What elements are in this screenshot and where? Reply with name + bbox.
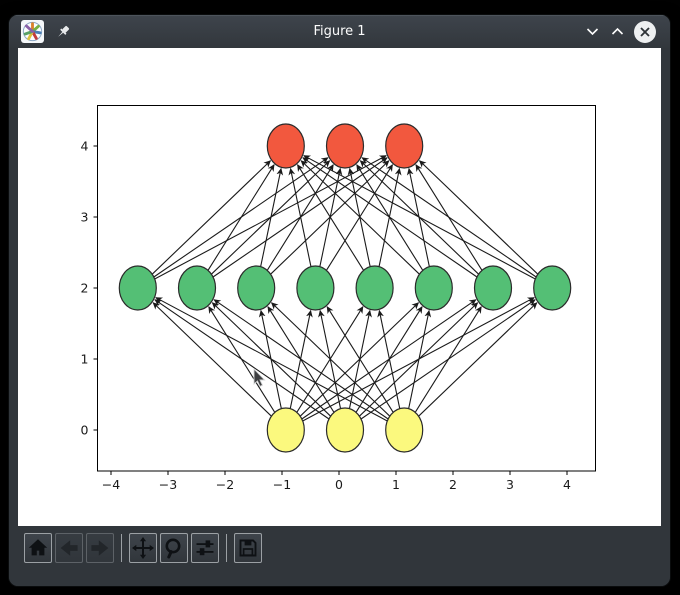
edge-arrow xyxy=(415,307,481,413)
hidden-node xyxy=(179,266,216,310)
save-button[interactable] xyxy=(234,533,262,563)
edge-arrow xyxy=(409,311,429,409)
y-tick-label: 0 xyxy=(81,423,89,438)
edge-arrow xyxy=(362,158,536,277)
edge-arrow xyxy=(327,307,393,413)
edge-arrow xyxy=(419,303,537,417)
subplots-button[interactable] xyxy=(191,533,219,563)
forward-button[interactable] xyxy=(86,533,114,563)
close-icon[interactable] xyxy=(634,21,656,43)
edge-arrow xyxy=(208,165,274,271)
x-tick-label: 2 xyxy=(449,477,457,492)
edge-arrow xyxy=(214,300,388,419)
chevron-down-icon[interactable] xyxy=(584,24,600,40)
x-tick-label: 0 xyxy=(335,477,343,492)
x-tick-label: −2 xyxy=(216,477,234,492)
pin-icon[interactable] xyxy=(54,23,72,41)
titlebar[interactable]: Figure 1 xyxy=(9,15,670,48)
output-node xyxy=(267,124,304,168)
x-tick-label: 3 xyxy=(506,477,514,492)
x-tick-label: −1 xyxy=(273,477,291,492)
hidden-node xyxy=(119,266,156,310)
matplotlib-toolbar xyxy=(9,526,670,586)
edge-arrow xyxy=(153,303,271,417)
edge-arrow xyxy=(152,161,270,275)
back-button[interactable] xyxy=(55,533,83,563)
hidden-node xyxy=(534,266,571,310)
input-node xyxy=(327,408,364,452)
edge-arrow xyxy=(303,158,477,277)
edge-arrow xyxy=(304,156,536,279)
hidden-node xyxy=(297,266,334,310)
edge-arrow xyxy=(261,169,281,267)
y-tick-label: 3 xyxy=(81,210,89,225)
output-node xyxy=(386,124,423,168)
x-tick-label: −4 xyxy=(102,477,120,492)
edge-arrow xyxy=(156,298,388,421)
window-title: Figure 1 xyxy=(9,24,670,39)
zoom-button[interactable] xyxy=(160,533,188,563)
hidden-node xyxy=(356,266,393,310)
hidden-node xyxy=(415,266,452,310)
figure-window: Figure 1 xyxy=(9,15,670,586)
matplotlib-logo-icon[interactable] xyxy=(21,20,44,43)
figure-canvas[interactable]: −4 −3 −2 −1 0 1 2 3 4 0 1 2 3 4 xyxy=(18,48,661,526)
home-button[interactable] xyxy=(24,533,52,563)
hidden-node xyxy=(238,266,275,310)
y-tick-label: 2 xyxy=(81,281,89,296)
network-plot: −4 −3 −2 −1 0 1 2 3 4 0 1 2 3 4 xyxy=(18,48,661,526)
pan-button[interactable] xyxy=(129,533,157,563)
input-node xyxy=(267,408,304,452)
y-tick-label: 1 xyxy=(81,352,89,367)
edge-arrow xyxy=(155,300,329,419)
toolbar-separator xyxy=(226,534,227,562)
y-tick-label: 4 xyxy=(81,139,89,154)
x-tick-label: 4 xyxy=(563,477,571,492)
chevron-up-icon[interactable] xyxy=(609,24,625,40)
edge-arrow xyxy=(301,161,419,275)
edge-arrow xyxy=(419,161,537,275)
x-tick-label: −3 xyxy=(159,477,177,492)
input-node xyxy=(386,408,423,452)
output-node xyxy=(327,124,364,168)
toolbar-separator xyxy=(121,534,122,562)
x-tick-label: 1 xyxy=(392,477,400,492)
hidden-node xyxy=(475,266,512,310)
